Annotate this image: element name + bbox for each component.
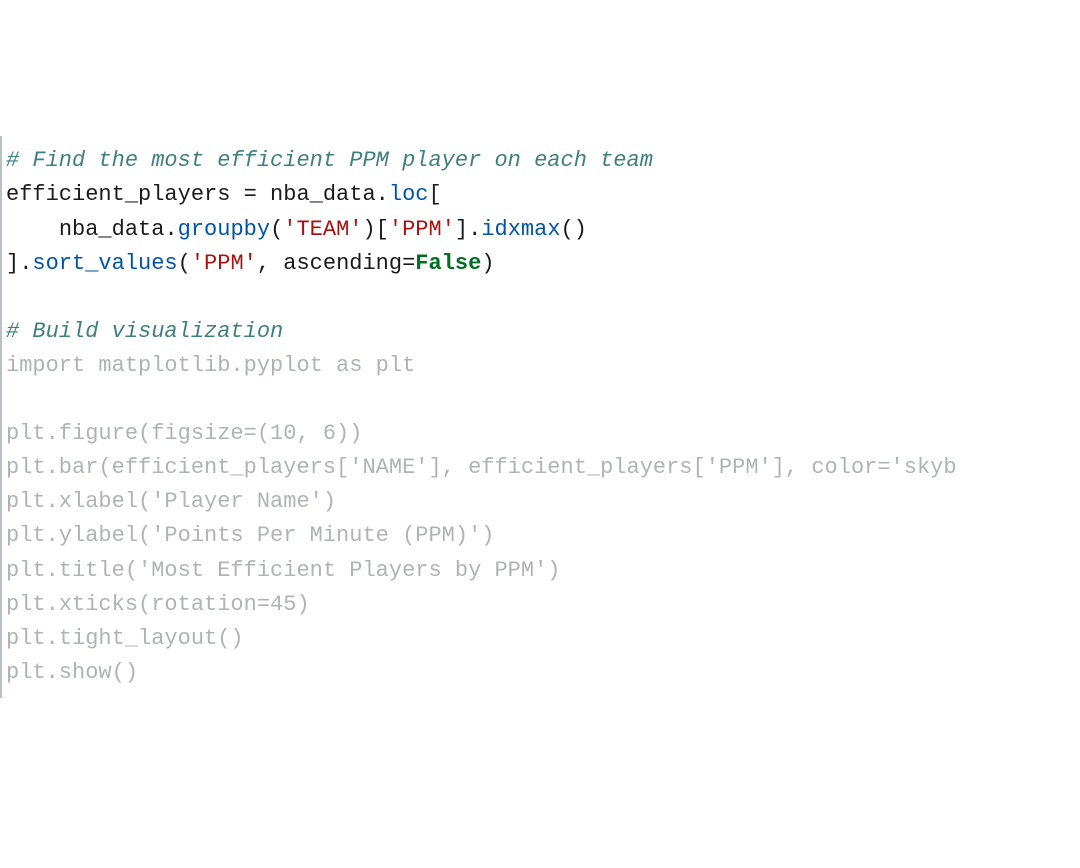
paren: () (561, 217, 587, 242)
paren: ) (481, 251, 494, 276)
member: loc (389, 182, 429, 207)
dot: . (376, 182, 389, 207)
string: 'PPM' (389, 217, 455, 242)
code-line-3: nba_data.groupby('TEAM')['PPM'].idxmax() (6, 213, 1080, 247)
code-line-2: efficient_players = nba_data.loc[ (6, 178, 1080, 212)
paren: ( (270, 217, 283, 242)
blank-line (6, 281, 1080, 315)
identifier: efficient_players (6, 182, 244, 207)
identifier: nba_data (59, 217, 165, 242)
suggestion-line: plt.ylabel('Points Per Minute (PPM)') (6, 519, 1080, 553)
comment: # Build visualization (6, 319, 283, 344)
dot: . (468, 217, 481, 242)
string: 'TEAM' (283, 217, 362, 242)
member: sort_values (32, 251, 177, 276)
indent (6, 217, 59, 242)
comma: , (257, 251, 283, 276)
comment: # Find the most efficient PPM player on … (6, 148, 653, 173)
identifier: ascending (283, 251, 402, 276)
code-line-4: ].sort_values('PPM', ascending=False) (6, 247, 1080, 281)
suggestion-line: import matplotlib.pyplot as plt (6, 349, 1080, 383)
suggestion-line: plt.title('Most Efficient Players by PPM… (6, 554, 1080, 588)
bracket: ] (6, 251, 19, 276)
member: groupby (178, 217, 270, 242)
suggestion-line: plt.show() (6, 656, 1080, 690)
member: idxmax (481, 217, 560, 242)
operator: = (402, 251, 415, 276)
suggestion-line: plt.xlabel('Player Name') (6, 485, 1080, 519)
suggestion-line: plt.bar(efficient_players['NAME'], effic… (6, 451, 1080, 485)
code-line-1: # Find the most efficient PPM player on … (6, 144, 1080, 178)
suggestion-line: plt.xticks(rotation=45) (6, 588, 1080, 622)
paren: ( (178, 251, 191, 276)
bracket: ] (455, 217, 468, 242)
suggestion-line: plt.tight_layout() (6, 622, 1080, 656)
identifier: nba_data (270, 182, 376, 207)
keyword: False (415, 251, 481, 276)
bracket: )[ (362, 217, 388, 242)
suggestion-line: plt.figure(figsize=(10, 6)) (6, 417, 1080, 451)
code-line-6: # Build visualization (6, 315, 1080, 349)
blank-line (6, 383, 1080, 417)
code-cell[interactable]: # Find the most efficient PPM player on … (0, 136, 1080, 698)
bracket: [ (428, 182, 441, 207)
operator: = (244, 182, 270, 207)
dot: . (164, 217, 177, 242)
dot: . (19, 251, 32, 276)
string: 'PPM' (191, 251, 257, 276)
